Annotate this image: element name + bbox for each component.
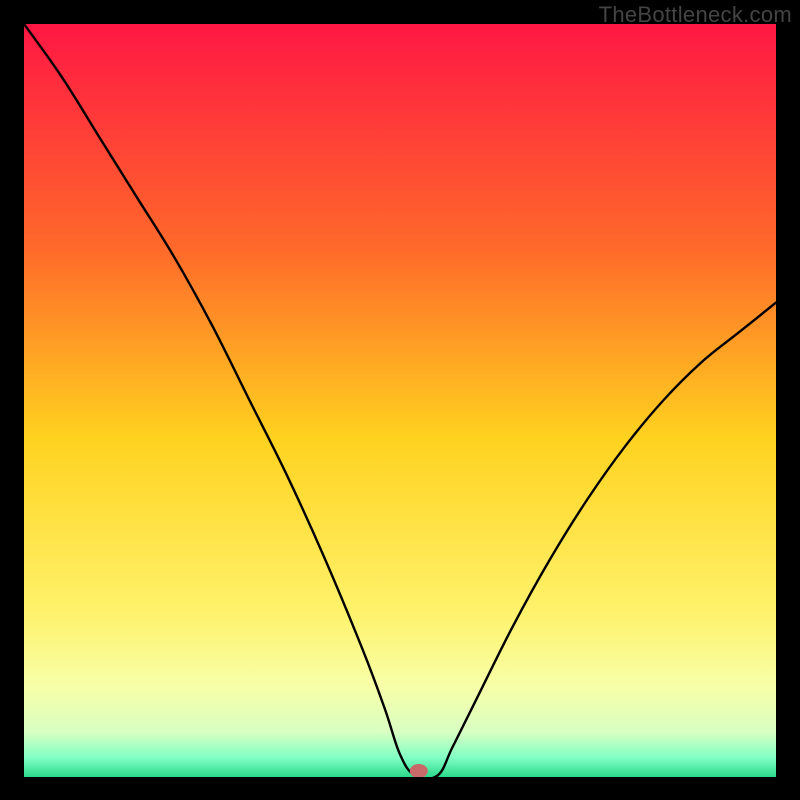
chart-canvas (24, 24, 776, 777)
watermark-text: TheBottleneck.com (599, 2, 792, 28)
chart-svg (24, 24, 776, 777)
